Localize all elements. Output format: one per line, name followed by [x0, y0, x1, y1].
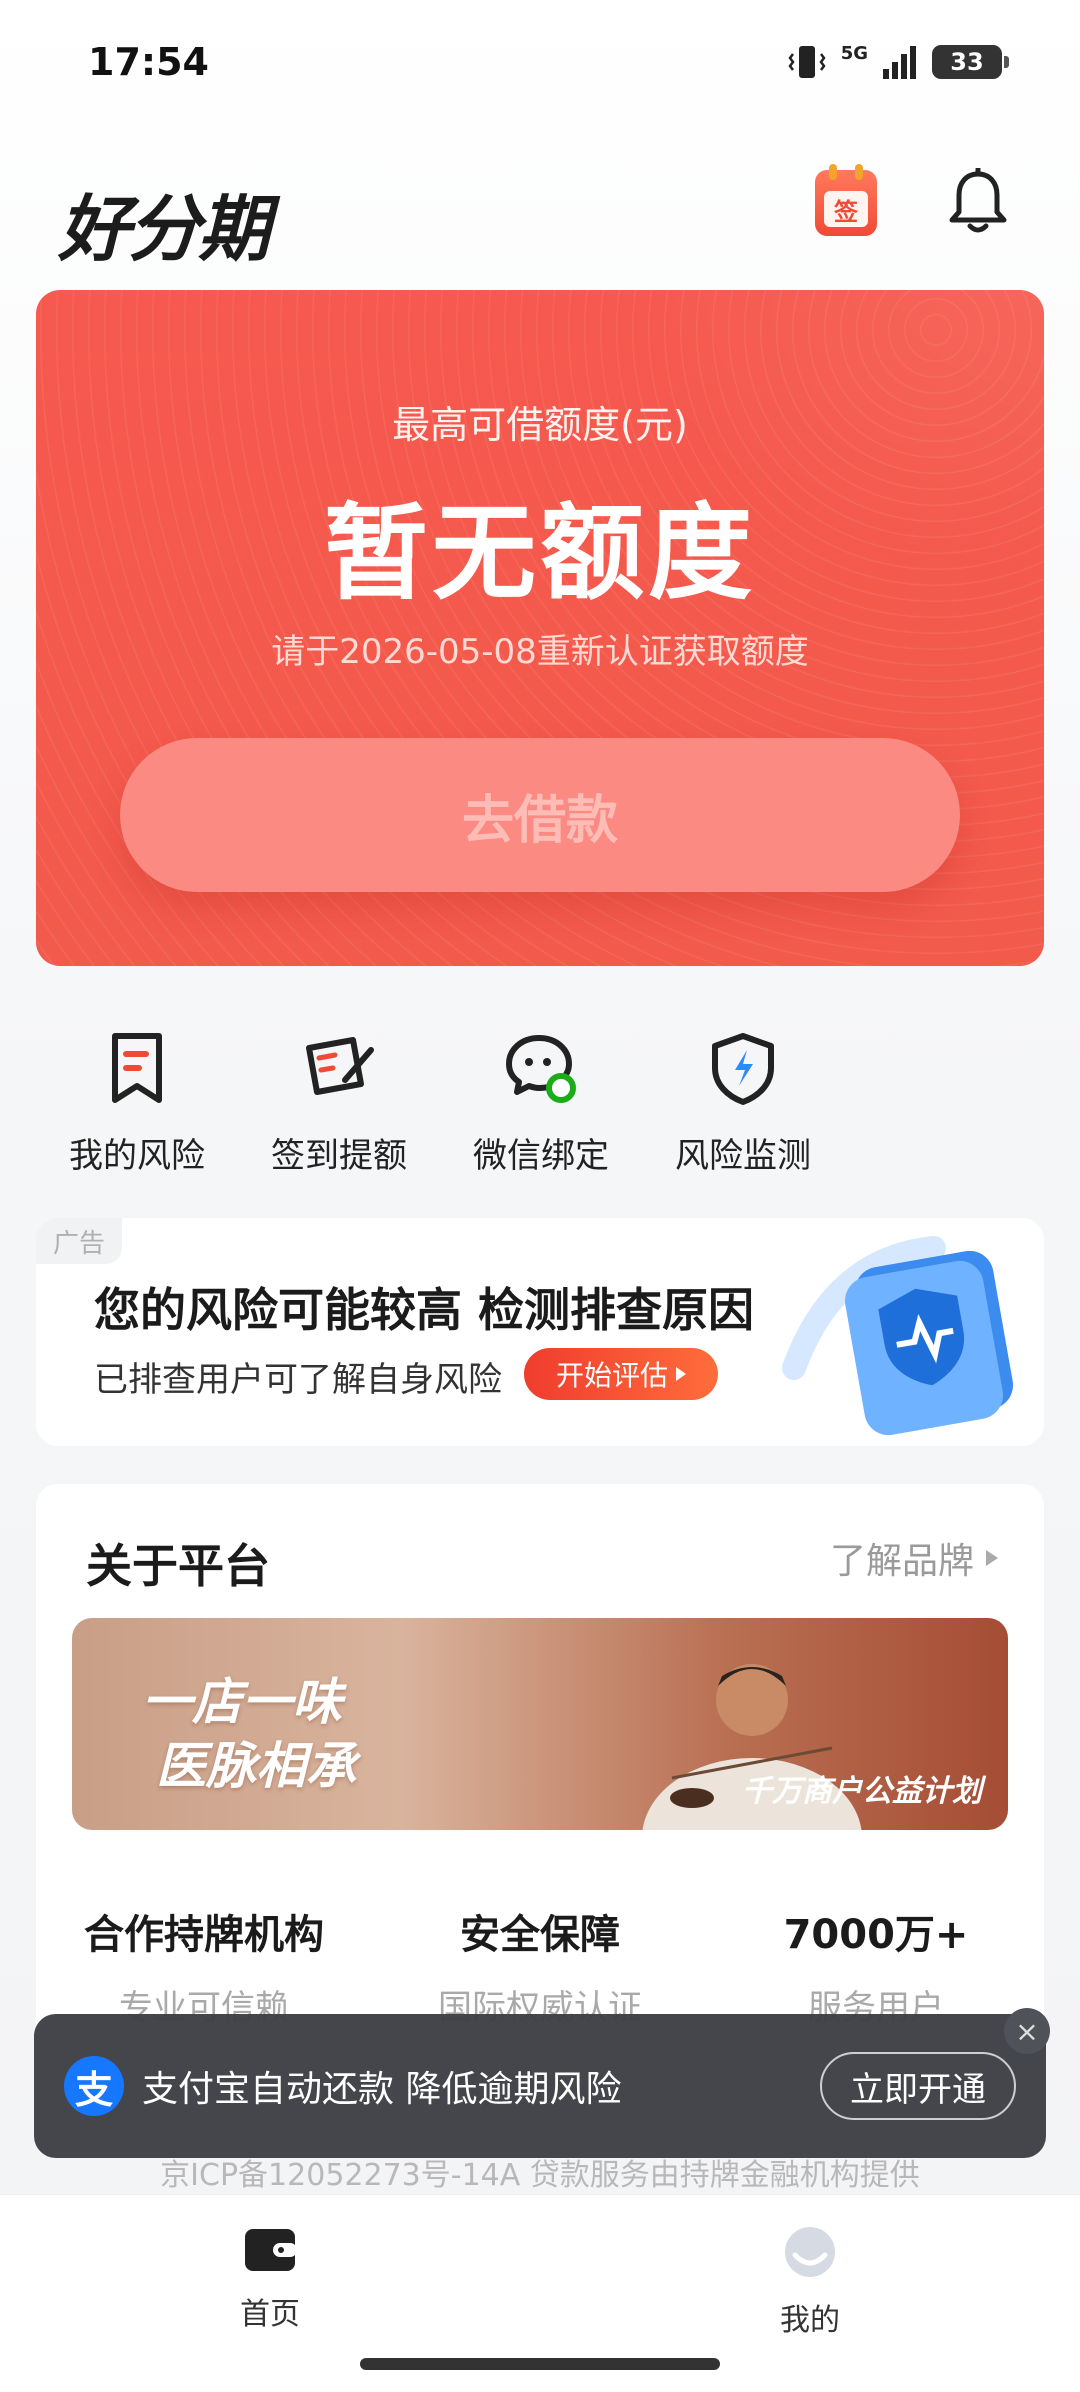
credit-limit-label: 最高可借额度(元)	[392, 403, 688, 447]
ad-tag: 广告	[36, 1218, 122, 1264]
platform-stats: 合作持牌机构 专业可信赖 安全保障 国际权威认证 7000万+ 服务用户	[36, 1902, 1044, 2029]
brand-slogan-line1: 一店一味	[142, 1672, 342, 1731]
arrow-right-icon	[986, 1550, 998, 1566]
nav-label: 首页	[240, 2297, 300, 2332]
learn-brand-link[interactable]: 了解品牌	[830, 1532, 998, 1584]
ad-title: 您的风险可能较高 检测排查原因	[94, 1283, 755, 1337]
bookmark-icon	[112, 1033, 162, 1103]
quick-item-wechat-bind[interactable]: 微信绑定	[440, 1030, 642, 1190]
signal-icon	[883, 46, 916, 79]
quick-item-label: 风险监测	[675, 1136, 811, 1176]
alipay-autopay-toast: 支 支付宝自动还款 降低逾期风险 立即开通 ×	[34, 2008, 1050, 2158]
quick-item-my-risk[interactable]: 我的风险	[36, 1030, 238, 1190]
borrow-button[interactable]: 去借款	[120, 738, 960, 892]
sign-pen-icon	[306, 1037, 374, 1095]
start-assessment-button[interactable]: 开始评估	[524, 1348, 718, 1400]
quick-item-risk-monitor[interactable]: 风险监测	[642, 1030, 844, 1190]
status-icons: 5G 33	[787, 42, 1009, 80]
play-arrow-icon	[676, 1367, 686, 1381]
quick-menu: 我的风险 签到提额 微信绑定 风险监测	[36, 1030, 856, 1190]
learn-brand-label: 了解品牌	[829, 1541, 974, 1582]
toast-text: 支付宝自动还款 降低逾期风险	[142, 2069, 622, 2110]
shield-lightning-icon	[712, 1033, 774, 1105]
stat-licensed-institutions: 合作持牌机构 专业可信赖	[36, 1902, 372, 2029]
ad-cta-label: 开始评估	[555, 1359, 668, 1392]
status-time: 17:54	[88, 40, 209, 84]
stat-value: 合作持牌机构	[84, 1912, 324, 1958]
credit-limit-card: 最高可借额度(元) 暂无额度 请于2026-05-08重新认证获取额度 去借款	[36, 290, 1044, 966]
quick-item-label: 微信绑定	[473, 1136, 609, 1176]
brand-plan: 千万商户公益计划	[742, 1774, 982, 1809]
enable-now-button[interactable]: 立即开通	[820, 2052, 1016, 2120]
network-label: 5G	[840, 42, 868, 64]
checkin-calendar-icon[interactable]: 签	[815, 164, 877, 236]
alipay-icon: 支	[64, 2056, 124, 2116]
shield-illustration-icon	[782, 1236, 1014, 1436]
reauth-hint: 请于2026-05-08重新认证获取额度	[271, 632, 809, 672]
platform-title: 关于平台	[86, 1539, 270, 1593]
ad-subtitle: 已排查用户可了解自身风险	[94, 1360, 502, 1400]
stat-security: 安全保障 国际权威认证	[372, 1902, 708, 2029]
vibrate-icon	[788, 46, 826, 78]
battery-level: 33	[950, 48, 984, 76]
brand-slogan-line2: 医脉相承	[156, 1736, 356, 1795]
close-icon[interactable]: ×	[1004, 2008, 1050, 2054]
battery-icon: 33	[932, 45, 1009, 79]
credit-limit-amount: 暂无额度	[323, 492, 756, 614]
ad-banner[interactable]: 广告 您的风险可能较高 检测排查原因 已排查用户可了解自身风险 开始评估	[36, 1218, 1044, 1446]
brand-banner[interactable]: 一店一味 医脉相承 千万商户公益计划	[72, 1618, 1008, 1830]
about-platform-card: 关于平台 了解品牌 一店一味 医脉相承 千万商户公益计划 合作持牌机构 专业可信…	[36, 1484, 1044, 2044]
stat-value: 安全保障	[460, 1912, 620, 1958]
home-indicator	[360, 2358, 720, 2370]
header: 好分期 签	[0, 150, 1080, 280]
quick-item-label: 我的风险	[69, 1136, 205, 1176]
stat-value: 7000万+	[783, 1912, 969, 1958]
app-logo: 好分期	[58, 187, 270, 271]
brand-slogan: 一店一味 医脉相承	[142, 1670, 356, 1798]
profile-icon	[785, 2227, 835, 2277]
checkin-glyph: 签	[824, 191, 868, 227]
nav-label: 我的	[780, 2303, 840, 2338]
quick-item-label: 签到提额	[271, 1136, 407, 1176]
stat-users: 7000万+ 服务用户	[708, 1902, 1044, 2029]
wechat-icon	[506, 1035, 576, 1103]
wallet-icon	[245, 2229, 297, 2271]
status-bar: 17:54 5G 33	[0, 0, 1080, 130]
bell-icon[interactable]	[946, 168, 1010, 238]
quick-item-checkin-boost[interactable]: 签到提额	[238, 1030, 440, 1190]
